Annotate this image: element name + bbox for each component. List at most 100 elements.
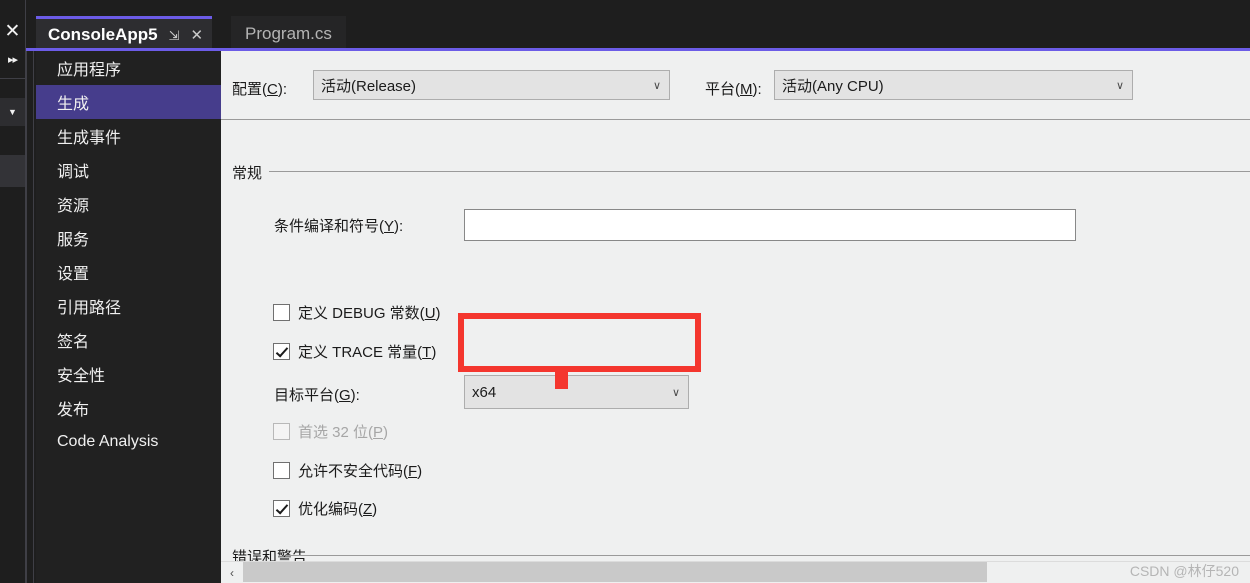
target-platform-label-post: ): [350, 387, 360, 404]
toolbar-divider [221, 119, 1250, 120]
define-trace-label-post: ) [431, 344, 437, 361]
sidebar-item-label: 发布 [57, 402, 90, 419]
sidebar-item-label: 生成事件 [57, 130, 122, 147]
strip-divider [0, 78, 25, 79]
optimize-code-checkbox[interactable] [273, 500, 290, 517]
sidebar-item-label: Code Analysis [57, 433, 159, 450]
sidebar-item-label: 设置 [57, 266, 90, 283]
allow-unsafe-checkbox[interactable] [273, 462, 290, 479]
properties-sidebar: 应用程序 生成 生成事件 调试 资源 服务 设置 引用路径 签名 安全性 发布 [36, 51, 233, 583]
strip-panel-block [0, 155, 25, 187]
configuration-label-pre: 配置( [232, 81, 267, 98]
prefer-32bit-checkbox-row: 首选 32 位(P) [273, 421, 388, 442]
sidebar-item-code-analysis[interactable]: Code Analysis [36, 425, 221, 459]
pin-icon[interactable]: ⇲ [169, 29, 180, 42]
define-debug-label: 定义 DEBUG 常数(U) [298, 302, 441, 323]
sidebar-item-label: 调试 [57, 164, 90, 181]
tab-consoleapp5[interactable]: ConsoleApp5 ⇲ ✕ [36, 16, 213, 51]
general-group-title: 常规 [232, 165, 263, 182]
tab-label: Program.cs [245, 23, 332, 43]
prefer-32bit-label-post: ) [383, 424, 389, 441]
build-properties-pane: 配置(C): 活动(Release) ∨ 平台(M): 活动(Any CPU) … [221, 51, 1250, 583]
sidebar-item-resources[interactable]: 资源 [36, 187, 221, 221]
errors-warnings-group-rule [287, 555, 1250, 556]
allow-unsafe-label-post: ) [417, 463, 423, 480]
strip-edge-divider [25, 0, 26, 583]
sidebar-item-application[interactable]: 应用程序 [36, 51, 221, 85]
sidebar-item-label: 引用路径 [57, 300, 122, 317]
configuration-value: 活动(Release) [321, 77, 417, 95]
conditional-symbols-label-pre: 条件编译和符号( [274, 218, 384, 235]
configuration-label-post: ): [277, 81, 288, 98]
optimize-code-checkbox-row[interactable]: 优化编码(Z) [273, 498, 377, 519]
conditional-symbols-label: 条件编译和符号(Y): [274, 215, 403, 236]
platform-label-pre: 平台( [705, 81, 740, 98]
define-trace-checkbox[interactable] [273, 343, 290, 360]
allow-unsafe-label-key: F [408, 463, 418, 480]
platform-label: 平台(M): [705, 78, 762, 99]
conditional-symbols-input[interactable] [464, 209, 1076, 241]
target-platform-label-pre: 目标平台( [274, 387, 339, 404]
tab-bar: ConsoleApp5 ⇲ ✕ Program.cs [26, 0, 1250, 51]
sidebar-item-build-events[interactable]: 生成事件 [36, 119, 221, 153]
sidebar-item-debug[interactable]: 调试 [36, 153, 221, 187]
optimize-code-label-post: ) [372, 501, 378, 518]
scroll-left-icon[interactable]: ‹ [221, 562, 243, 583]
close-icon[interactable]: ✕ [0, 18, 25, 44]
allow-unsafe-label-pre: 允许不安全代码( [298, 463, 408, 480]
sidebar-item-settings[interactable]: 设置 [36, 255, 221, 289]
define-debug-label-key: U [424, 305, 436, 322]
optimize-code-label: 优化编码(Z) [298, 498, 377, 519]
prefer-32bit-label-key: P [373, 424, 384, 441]
general-group-rule [269, 171, 1250, 172]
chevron-down-icon: ∨ [1115, 79, 1125, 92]
target-platform-label-key: G [339, 387, 351, 404]
sidebar-item-publish[interactable]: 发布 [36, 391, 221, 425]
auto-hide-icon[interactable]: ▸▸ [0, 48, 25, 70]
define-trace-label-key: T [422, 344, 432, 361]
prefer-32bit-checkbox [273, 423, 290, 440]
define-debug-checkbox-row[interactable]: 定义 DEBUG 常数(U) [273, 302, 441, 323]
annotation-highlight-box [458, 313, 701, 372]
prefer-32bit-label-pre: 首选 32 位( [298, 424, 374, 441]
conditional-symbols-label-key: Y [384, 218, 395, 235]
sidebar-item-build[interactable]: 生成 [36, 85, 233, 119]
sidebar-item-label: 服务 [57, 232, 90, 249]
optimize-code-label-key: Z [363, 501, 373, 518]
define-trace-label: 定义 TRACE 常量(T) [298, 341, 436, 362]
scrollbar-thumb[interactable] [243, 562, 987, 582]
sidebar-item-reference-paths[interactable]: 引用路径 [36, 289, 221, 323]
tab-program-cs[interactable]: Program.cs [231, 16, 346, 51]
nav-rail-divider [33, 51, 34, 583]
sidebar-item-label: 生成 [57, 96, 90, 113]
define-debug-label-pre: 定义 DEBUG 常数( [298, 305, 425, 322]
define-trace-label-pre: 定义 TRACE 常量( [298, 344, 423, 361]
conditional-symbols-label-post: ): [394, 218, 404, 235]
sidebar-item-services[interactable]: 服务 [36, 221, 221, 255]
platform-value: 活动(Any CPU) [782, 77, 884, 95]
platform-combobox[interactable]: 活动(Any CPU) ∨ [774, 70, 1133, 100]
sidebar-item-label: 安全性 [57, 368, 106, 385]
sidebar-item-label: 签名 [57, 334, 90, 351]
optimize-code-label-pre: 优化编码( [298, 501, 363, 518]
chevron-down-icon: ∨ [652, 79, 662, 92]
tab-label: ConsoleApp5 [48, 25, 158, 44]
configuration-label-key: C [267, 81, 278, 98]
define-trace-checkbox-row[interactable]: 定义 TRACE 常量(T) [273, 341, 436, 362]
chevron-down-icon[interactable]: ▼ [0, 98, 25, 126]
sidebar-item-security[interactable]: 安全性 [36, 357, 221, 391]
target-platform-combobox[interactable]: x64 ∨ [464, 375, 689, 409]
define-debug-checkbox[interactable] [273, 304, 290, 321]
platform-label-post: ): [752, 81, 762, 98]
define-debug-label-post: ) [435, 305, 441, 322]
horizontal-scrollbar[interactable]: ‹ [221, 561, 1250, 583]
visual-studio-window: ✕ ▸▸ ▼ ConsoleApp5 ⇲ ✕ Program.cs 应用程序 生… [0, 0, 1250, 583]
close-icon[interactable]: ✕ [190, 28, 203, 43]
sidebar-item-signing[interactable]: 签名 [36, 323, 221, 357]
configuration-combobox[interactable]: 活动(Release) ∨ [313, 70, 670, 100]
allow-unsafe-label: 允许不安全代码(F) [298, 460, 422, 481]
allow-unsafe-checkbox-row[interactable]: 允许不安全代码(F) [273, 460, 422, 481]
sidebar-item-label: 资源 [57, 198, 90, 215]
target-platform-value: x64 [472, 383, 497, 401]
prefer-32bit-label: 首选 32 位(P) [298, 421, 388, 442]
